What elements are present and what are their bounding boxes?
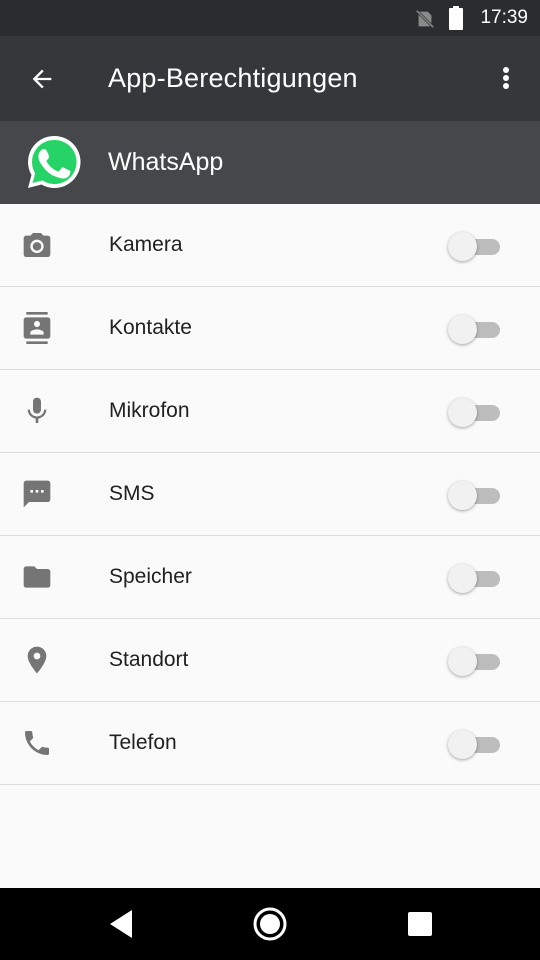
- permission-toggle[interactable]: [448, 562, 502, 594]
- permission-row-telefon[interactable]: Telefon: [0, 702, 540, 785]
- whatsapp-logo: [28, 135, 81, 188]
- app-header: WhatsApp: [0, 121, 540, 204]
- permission-label: Kontakte: [109, 316, 192, 339]
- permission-row-mikrofon[interactable]: Mikrofon: [0, 370, 540, 453]
- permission-row-standort[interactable]: Standort: [0, 619, 540, 702]
- toggle-thumb: [448, 398, 477, 427]
- permission-row-sms[interactable]: SMS: [0, 453, 540, 536]
- recents-square-icon[interactable]: [406, 906, 434, 942]
- permission-label: Telefon: [109, 731, 177, 754]
- location-pin-icon: [27, 646, 47, 674]
- more-vert-icon[interactable]: [494, 62, 518, 94]
- permission-row-speicher[interactable]: Speicher: [0, 536, 540, 619]
- permission-toggle[interactable]: [448, 728, 502, 760]
- back-triangle-icon[interactable]: [106, 906, 134, 942]
- permission-toggle[interactable]: [448, 313, 502, 345]
- permission-label: Standort: [109, 648, 189, 671]
- toggle-thumb: [448, 232, 477, 261]
- toggle-thumb: [448, 647, 477, 676]
- toggle-thumb: [448, 564, 477, 593]
- permission-label: Mikrofon: [109, 399, 190, 422]
- folder-icon: [23, 566, 51, 588]
- permission-label: Speicher: [109, 565, 192, 588]
- home-circle-icon[interactable]: [251, 906, 289, 942]
- toggle-thumb: [448, 481, 477, 510]
- system-nav-bar: [0, 888, 540, 960]
- permission-toggle[interactable]: [448, 645, 502, 677]
- contacts-icon: [23, 312, 51, 344]
- app-toolbar: App-Berechtigungen: [0, 36, 540, 121]
- phone-icon: [25, 731, 49, 755]
- toggle-thumb: [448, 730, 477, 759]
- permission-toggle[interactable]: [448, 230, 502, 262]
- permission-label: SMS: [109, 482, 155, 505]
- camera-icon: [23, 233, 51, 257]
- permission-list: Kamera Kontakte Mikrofon SMS Speicher St…: [0, 204, 540, 785]
- status-bar: 17:39: [0, 0, 540, 36]
- permission-row-kamera[interactable]: Kamera: [0, 204, 540, 287]
- permission-toggle[interactable]: [448, 479, 502, 511]
- toggle-thumb: [448, 315, 477, 344]
- app-name: WhatsApp: [108, 148, 224, 176]
- sms-icon: [23, 480, 51, 508]
- microphone-icon: [27, 397, 47, 423]
- arrow-back-icon[interactable]: [28, 65, 56, 93]
- no-sim-icon: [415, 9, 435, 29]
- permission-label: Kamera: [109, 233, 183, 256]
- permission-toggle[interactable]: [448, 396, 502, 428]
- permission-row-kontakte[interactable]: Kontakte: [0, 287, 540, 370]
- status-time: 17:39: [480, 7, 528, 28]
- battery-icon: [449, 6, 463, 30]
- page-title: App-Berechtigungen: [108, 63, 358, 93]
